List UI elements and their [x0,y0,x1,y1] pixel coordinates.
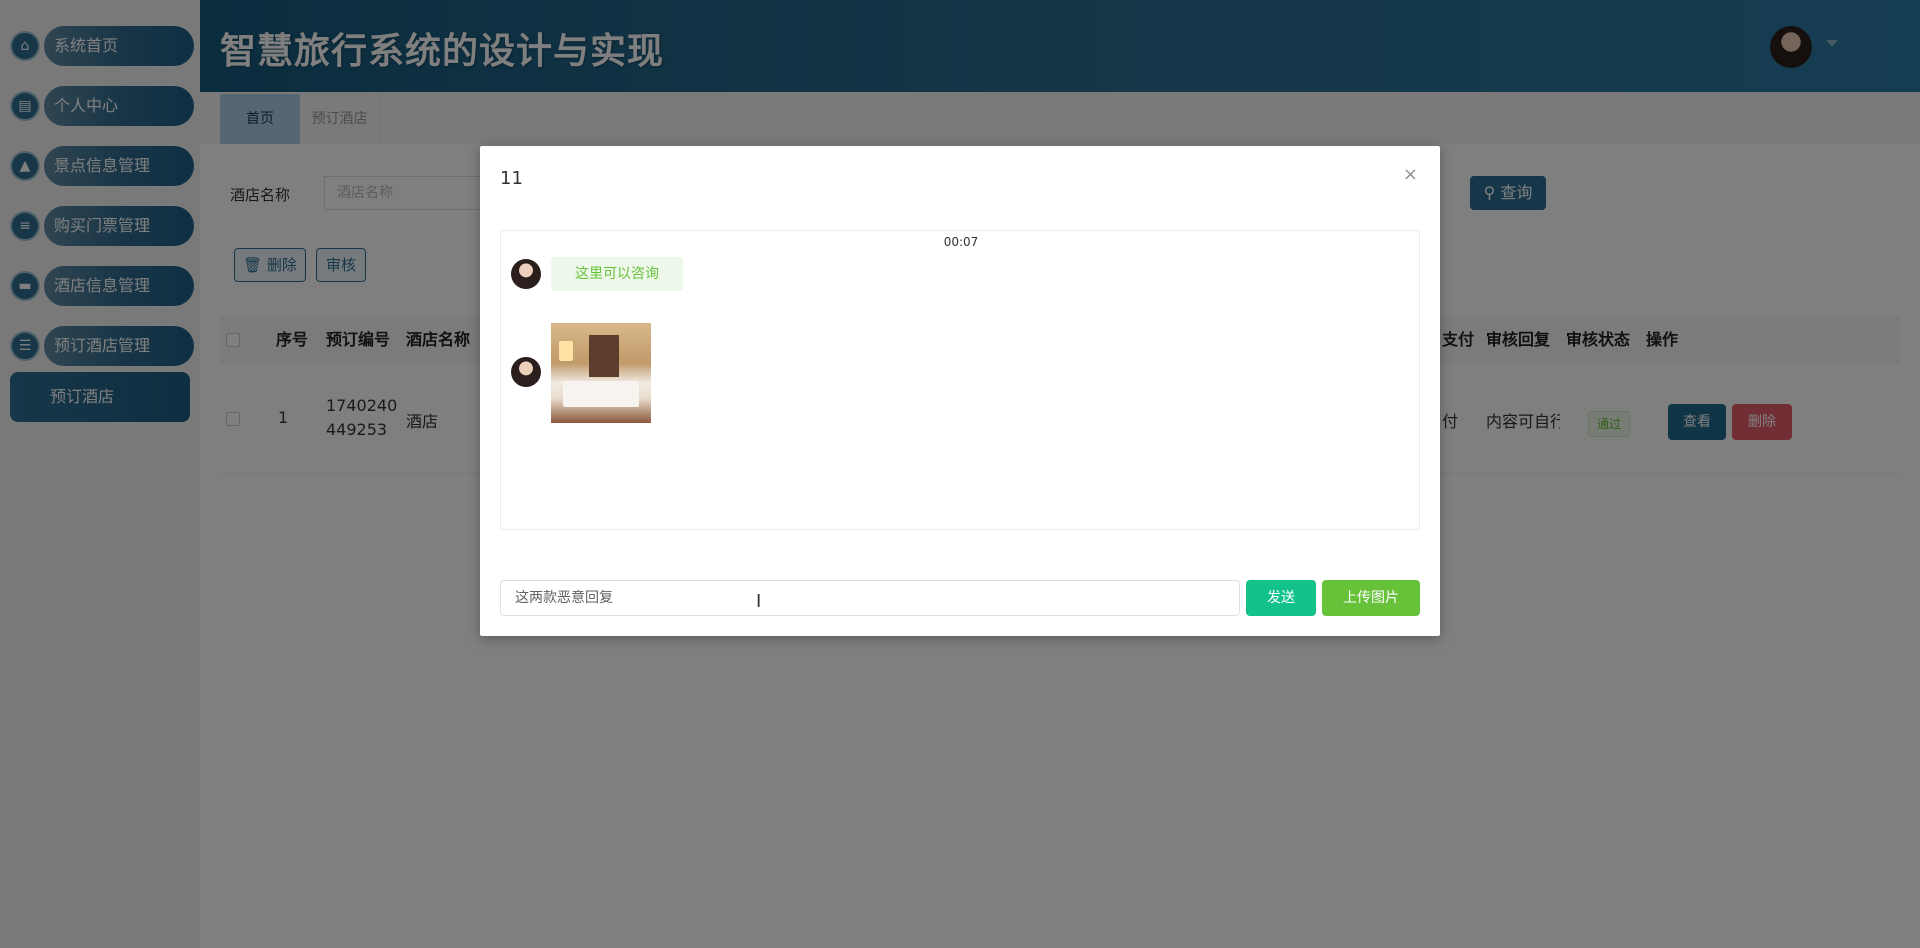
chat-history[interactable]: 00:07 这里可以咨询 [500,230,1420,530]
text-cursor-icon: I [756,591,762,612]
avatar [511,357,541,387]
message-time: 00:07 [943,235,979,249]
image-bed [563,381,639,407]
upload-image-button[interactable]: 上传图片 [1322,580,1420,616]
send-button[interactable]: 发送 [1246,580,1316,616]
avatar [511,259,541,289]
image-lamp [559,341,573,361]
message-image[interactable] [551,323,651,423]
chat-dialog: 11 × 00:07 这里可以咨询 这两款恶意回复 I 发送 上传图片 [480,146,1440,636]
message-bubble: 这里可以咨询 [551,257,683,291]
message-input[interactable]: 这两款恶意回复 I [500,580,1240,616]
dialog-title: 11 [500,168,523,189]
image-headboard [589,335,619,377]
close-icon[interactable]: × [1403,164,1418,185]
message-input-value: 这两款恶意回复 [515,590,613,606]
